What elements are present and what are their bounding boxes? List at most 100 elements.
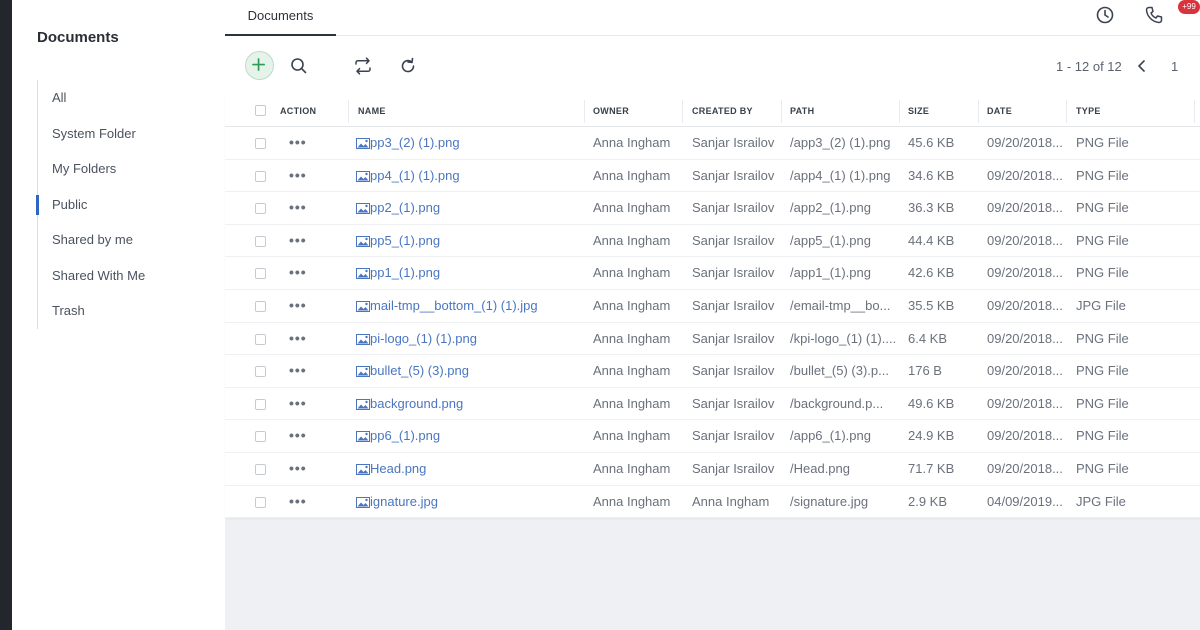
- sidebar-item-public[interactable]: Public: [36, 187, 225, 223]
- row-checkbox[interactable]: [255, 138, 266, 149]
- folder-nav: All System Folder My Folders Public Shar…: [36, 80, 225, 329]
- table-body: ••• pp3_(2) (1).png Anna Ingham Sanjar Isra…: [225, 127, 1200, 519]
- table-row[interactable]: ••• background.png Anna Ingham Sanjar Israi…: [225, 388, 1200, 421]
- row-checkbox[interactable]: [255, 366, 266, 378]
- app-edge-strip: [0, 0, 12, 630]
- add-button[interactable]: [245, 51, 274, 80]
- column-header-action: ACTION: [280, 106, 317, 116]
- row-checkbox[interactable]: [255, 300, 266, 312]
- row-checkbox[interactable]: [255, 398, 266, 410]
- chevron-left-icon[interactable]: [1135, 58, 1149, 74]
- column-header-name[interactable]: NAME: [358, 96, 386, 127]
- refresh-icon[interactable]: [397, 55, 419, 77]
- file-name-link[interactable]: ignature.jpg: [358, 486, 584, 519]
- owner-cell: Anna Ingham: [593, 297, 671, 313]
- file-name-link[interactable]: pp6_(1).png: [358, 420, 584, 453]
- row-actions-menu[interactable]: •••: [289, 323, 307, 356]
- file-name-link[interactable]: background.png: [358, 388, 584, 421]
- row-checkbox[interactable]: [255, 431, 266, 443]
- column-header-type[interactable]: TYPE: [1076, 96, 1101, 127]
- column-header-date[interactable]: DATE: [987, 96, 1012, 127]
- size-cell: 35.5 KB: [908, 297, 955, 313]
- file-name-link[interactable]: pp1_(1).png: [358, 257, 584, 290]
- column-header-path[interactable]: PATH: [790, 96, 814, 127]
- table-row[interactable]: ••• ignature.jpg Anna Ingham Anna Ingham/si…: [225, 486, 1200, 519]
- row-checkbox[interactable]: [255, 463, 266, 475]
- table-row[interactable]: ••• pp5_(1).png Anna Ingham Sanjar Israilov…: [225, 225, 1200, 258]
- tab-documents[interactable]: Documents: [225, 0, 336, 36]
- table-row[interactable]: ••• pp3_(2) (1).png Anna Ingham Sanjar Isra…: [225, 127, 1200, 160]
- row-actions-menu[interactable]: •••: [289, 127, 307, 160]
- table-row[interactable]: ••• pi-logo_(1) (1).png Anna Ingham Sanjar …: [225, 323, 1200, 356]
- created-by-cell: Sanjar Israilov: [692, 200, 775, 216]
- row-actions-menu[interactable]: •••: [289, 160, 307, 193]
- column-header-created-by[interactable]: CREATED BY: [692, 96, 753, 127]
- pagination-page[interactable]: 1: [1171, 59, 1178, 74]
- file-name-link[interactable]: bullet_(5) (3).png: [358, 355, 584, 388]
- column-header-owner[interactable]: OWNER: [593, 96, 629, 127]
- sidebar-item-shared-by-me[interactable]: Shared by me: [38, 222, 225, 258]
- row-actions-menu[interactable]: •••: [289, 290, 307, 323]
- row-actions-menu[interactable]: •••: [289, 355, 307, 388]
- table-row[interactable]: ••• bullet_(5) (3).png Anna Ingham Sanjar I…: [225, 355, 1200, 388]
- sidebar-item-shared-with-me[interactable]: Shared With Me: [38, 258, 225, 294]
- file-name-link[interactable]: Head.png: [358, 453, 584, 486]
- table-header: ACTION NAME OWNER CREATED BY PATH SIZE D…: [225, 96, 1200, 127]
- table-row[interactable]: ••• mail-tmp__bottom_(1) (1).jpg Anna Ingh…: [225, 290, 1200, 323]
- row-checkbox[interactable]: [255, 170, 266, 182]
- owner-cell: Anna Ingham: [593, 135, 671, 150]
- file-name-link[interactable]: mail-tmp__bottom_(1) (1).jpg: [358, 290, 584, 323]
- select-all-checkbox[interactable]: [255, 105, 266, 116]
- file-name-link[interactable]: pp2_(1).png: [358, 192, 584, 225]
- search-icon[interactable]: [288, 55, 310, 77]
- created-by-cell: Sanjar Israilov: [692, 265, 775, 281]
- row-actions-menu[interactable]: •••: [289, 388, 307, 421]
- file-name-link[interactable]: pp4_(1) (1).png: [358, 160, 584, 193]
- table-row[interactable]: ••• pp6_(1).png Anna Ingham Sanjar Israilov…: [225, 420, 1200, 453]
- row-actions-menu[interactable]: •••: [289, 420, 307, 453]
- row-checkbox[interactable]: [255, 333, 266, 345]
- table-row[interactable]: ••• pp2_(1).png Anna Ingham Sanjar Israilov…: [225, 192, 1200, 225]
- path-cell: /app6_(1).png: [790, 428, 871, 444]
- phone-icon[interactable]: [1144, 5, 1164, 25]
- size-cell: 71.7 KB: [908, 460, 955, 476]
- sidebar-item-my-folders[interactable]: My Folders: [38, 151, 225, 187]
- date-cell: 09/20/2018...: [987, 297, 1063, 313]
- row-actions-menu[interactable]: •••: [289, 192, 307, 225]
- column-header-size[interactable]: SIZE: [908, 96, 929, 127]
- type-cell: PNG File: [1076, 460, 1129, 476]
- file-name-link[interactable]: pi-logo_(1) (1).png: [358, 323, 584, 356]
- file-name-link[interactable]: pp3_(2) (1).png: [358, 127, 584, 160]
- size-cell: 42.6 KB: [908, 265, 955, 281]
- row-actions-menu[interactable]: •••: [289, 225, 307, 258]
- plus-icon: [252, 58, 265, 71]
- size-cell: 24.9 KB: [908, 428, 955, 444]
- file-name-link[interactable]: pp5_(1).png: [358, 225, 584, 258]
- row-actions-menu[interactable]: •••: [289, 257, 307, 290]
- clock-icon[interactable]: [1095, 5, 1115, 25]
- row-actions-menu[interactable]: •••: [289, 453, 307, 486]
- transfer-icon[interactable]: [352, 55, 374, 77]
- sidebar-title: Documents: [37, 29, 119, 46]
- row-checkbox[interactable]: [255, 235, 266, 247]
- table-row[interactable]: ••• pp1_(1).png Anna Ingham Sanjar Israilov…: [225, 257, 1200, 290]
- path-cell: /bullet_(5) (3).p...: [790, 363, 889, 379]
- size-cell: 2.9 KB: [908, 493, 948, 509]
- created-by-cell: Sanjar Israilov: [692, 460, 775, 476]
- row-checkbox[interactable]: [255, 268, 266, 280]
- table-row[interactable]: ••• Head.png Anna Ingham Sanjar Israilov/He…: [225, 453, 1200, 486]
- owner-cell: Anna Ingham: [593, 200, 671, 216]
- main-area: Documents +99 1 - 12 of 12 1 ACTION NAME…: [225, 0, 1200, 630]
- sidebar-item-system-folder[interactable]: System Folder: [38, 116, 225, 152]
- row-checkbox[interactable]: [255, 496, 266, 508]
- table-row[interactable]: ••• pp4_(1) (1).png Anna Ingham Sanjar Isra…: [225, 160, 1200, 193]
- row-actions-menu[interactable]: •••: [289, 486, 307, 519]
- path-cell: /app1_(1).png: [790, 265, 871, 281]
- date-cell: 09/20/2018...: [987, 200, 1063, 216]
- date-cell: 09/20/2018...: [987, 265, 1063, 281]
- owner-cell: Anna Ingham: [593, 460, 671, 476]
- sidebar-item-trash[interactable]: Trash: [38, 293, 225, 329]
- row-checkbox[interactable]: [255, 203, 266, 215]
- sidebar-item-all[interactable]: All: [38, 80, 225, 116]
- type-cell: PNG File: [1076, 428, 1129, 444]
